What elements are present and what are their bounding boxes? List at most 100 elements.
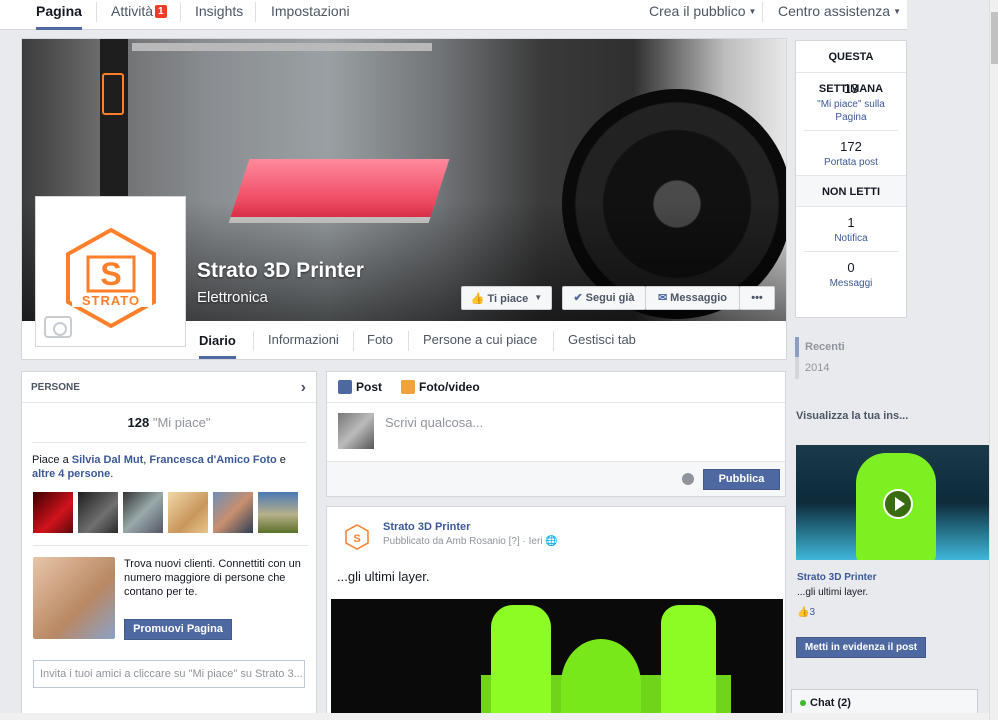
post-composer: Post Foto/video Scrivi qualcosa... Pubbl… — [326, 371, 786, 497]
pencil-icon — [338, 380, 352, 394]
horizontal-scrollbar[interactable] — [0, 713, 989, 720]
scrollbar-thumb[interactable] — [991, 12, 998, 64]
help-center-dropdown[interactable]: Centro assistenza ▼ — [778, 0, 901, 30]
stat-messages[interactable]: 0 Messaggi — [804, 252, 898, 296]
tab-informazioni[interactable]: Informazioni — [268, 321, 339, 359]
stat-value: 172 — [840, 139, 862, 154]
stat-reach[interactable]: 172 Portata post — [804, 131, 898, 175]
invite-friends-input[interactable]: Invita i tuoi amici a cliccare su "Mi pi… — [33, 660, 305, 688]
page-tabs: Diario Informazioni Foto Persone a cui p… — [186, 321, 786, 359]
vertical-scrollbar[interactable] — [989, 0, 998, 720]
avatar[interactable] — [78, 492, 118, 533]
divider — [96, 2, 97, 22]
more-button[interactable]: ••• — [739, 286, 775, 310]
tab-insights[interactable]: Insights — [195, 0, 243, 30]
tab-persone[interactable]: Persone a cui piace — [423, 321, 537, 359]
camera-icon[interactable] — [44, 316, 72, 338]
online-dot-icon — [800, 700, 806, 706]
stat-notifications[interactable]: 1 Notifica — [804, 207, 898, 252]
logo-letter: S — [100, 256, 121, 292]
logo-letter: S — [353, 533, 360, 545]
weekly-stats-panel: QUESTA SETTIMANA 13 "Mi piace" sulla Pag… — [795, 40, 907, 318]
avatar[interactable] — [168, 492, 208, 533]
publish-button[interactable]: Pubblica — [703, 469, 780, 490]
divider — [255, 2, 256, 22]
divider — [762, 2, 763, 22]
post-photo[interactable] — [331, 599, 783, 719]
friend-link[interactable]: Francesca d'Amico Foto — [149, 454, 276, 466]
status-input[interactable]: Scrivi qualcosa... — [385, 415, 483, 430]
strato-small-logo-icon — [102, 73, 124, 115]
check-icon: ✔ — [573, 292, 583, 304]
tab-photo-video[interactable]: Foto/video — [401, 372, 480, 403]
globe-icon[interactable] — [682, 473, 694, 485]
like-button[interactable]: 👍 Ti piace ▼ — [461, 286, 552, 310]
page-category[interactable]: Elettronica — [197, 289, 268, 306]
promo-image — [33, 557, 115, 639]
printed-figure-head — [561, 639, 641, 719]
stat-label: Notifica — [834, 233, 868, 244]
insights-link[interactable]: Visualizza la tua ins... — [796, 410, 908, 422]
video-post-text: ...gli ultimi layer. — [797, 587, 869, 598]
tab-pagina[interactable]: Pagina — [36, 0, 82, 30]
video-post-title[interactable]: Strato 3D Printer — [797, 572, 876, 583]
profile-picture[interactable]: S STRATO — [35, 196, 186, 347]
avatar[interactable] — [258, 492, 298, 533]
stat-label: Portata post — [824, 157, 878, 168]
page-cover-section: Strato 3D Printer Elettronica S STRATO 👍… — [21, 38, 787, 360]
divider — [553, 331, 554, 351]
timeline-recent[interactable]: Recenti — [795, 337, 907, 357]
timeline-year[interactable]: 2014 — [795, 357, 907, 379]
divider — [253, 331, 254, 351]
page-title[interactable]: Strato 3D Printer — [197, 259, 364, 283]
people-header[interactable]: PERSONE › — [22, 372, 316, 403]
avatar — [338, 413, 374, 449]
avatar[interactable] — [213, 492, 253, 533]
boost-post-button[interactable]: Metti in evidenza il post — [796, 637, 926, 658]
tab-post[interactable]: Post — [338, 372, 382, 403]
stat-label: Messaggi — [829, 278, 873, 289]
video-likes[interactable]: 👍3 — [797, 607, 815, 618]
printer-rail — [132, 43, 432, 51]
tab-attivita[interactable]: Attività 1 — [111, 0, 167, 30]
message-button[interactable]: ✉ Messaggio — [645, 286, 740, 310]
friend-link[interactable]: Silvia Dal Mut — [72, 454, 144, 466]
divider — [180, 2, 181, 22]
thumbs-up-icon: 👍 — [797, 607, 810, 618]
promo-text: Trova nuovi clienti. Connettiti con un n… — [124, 558, 301, 598]
create-audience-dropdown[interactable]: Crea il pubblico ▼ — [649, 0, 756, 30]
promote-page-button[interactable]: Promuovi Pagina — [124, 619, 232, 640]
divider — [408, 331, 409, 351]
tab-impostazioni[interactable]: Impostazioni — [271, 0, 350, 30]
stat-label: "Mi piace" sulla Pagina — [817, 99, 885, 123]
tab-foto[interactable]: Foto — [367, 321, 393, 359]
unread-title: NON LETTI — [796, 175, 906, 207]
post-text: ...gli ultimi layer. — [337, 569, 430, 584]
notification-badge: 1 — [155, 5, 167, 18]
tab-gestisci[interactable]: Gestisci tab — [568, 321, 636, 359]
friends-who-like: Piace a Silvia Dal Mut, Francesca d'Amic… — [32, 454, 286, 480]
post-author[interactable]: Strato 3D Printer — [383, 521, 470, 533]
globe-icon: 🌐 — [545, 536, 558, 547]
likes-count[interactable]: 128 "Mi piace" — [32, 403, 306, 443]
follow-button[interactable]: ✔ Segui già — [562, 286, 646, 310]
promote-section: Trova nuovi clienti. Connettiti con un n… — [33, 545, 308, 640]
timeline-post: S Strato 3D Printer Pubblicato da Amb Ro… — [326, 506, 786, 720]
others-link[interactable]: altre 4 persone — [32, 468, 110, 480]
timeline-nav: Recenti 2014 — [795, 337, 907, 379]
printed-figure-arm — [491, 605, 551, 719]
avatar[interactable] — [123, 492, 163, 533]
avatar[interactable]: S — [337, 517, 377, 557]
composer-tabs: Post Foto/video — [327, 372, 785, 403]
speech-bubble-icon: ✉ — [657, 292, 668, 304]
post-time[interactable]: Ieri — [529, 536, 543, 547]
chevron-right-icon[interactable]: › — [301, 372, 306, 403]
avatar[interactable] — [33, 492, 73, 533]
play-icon[interactable] — [883, 489, 913, 519]
thumbs-up-icon: 👍 — [470, 293, 485, 305]
week-title: QUESTA SETTIMANA — [796, 41, 906, 95]
tab-diario[interactable]: Diario — [199, 321, 236, 359]
video-thumbnail[interactable] — [796, 445, 989, 560]
stat-value: 1 — [847, 215, 855, 230]
stat-value: 0 — [847, 260, 855, 275]
